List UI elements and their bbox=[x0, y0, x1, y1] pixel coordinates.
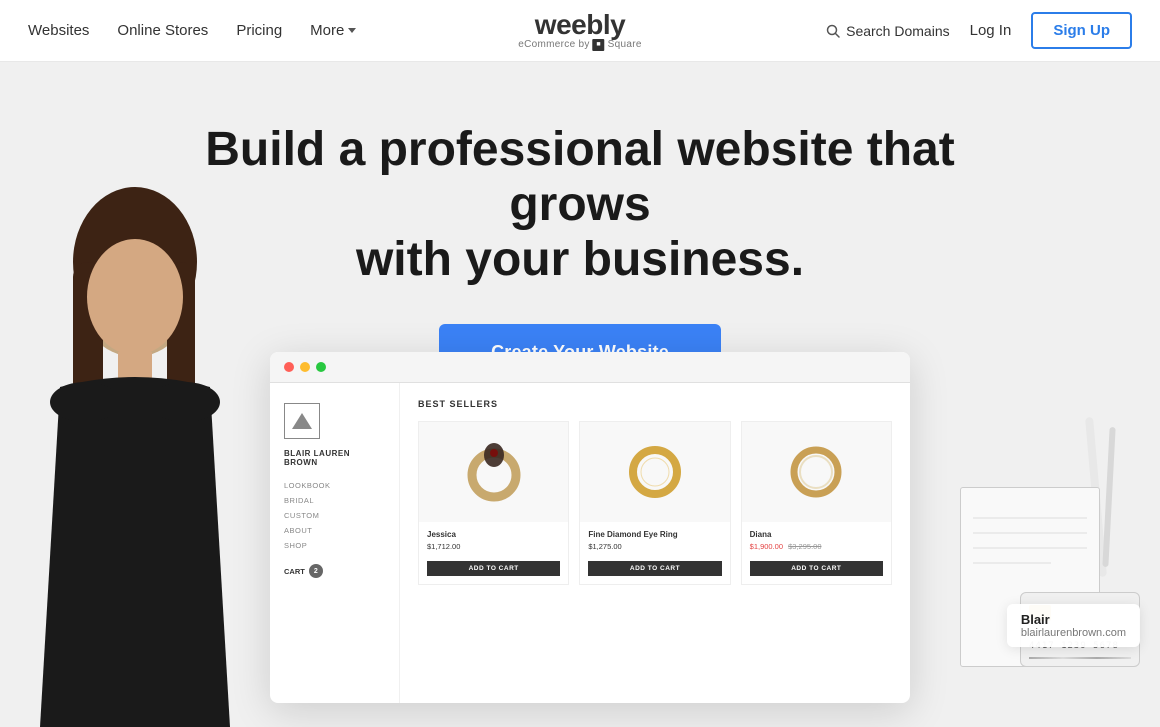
store-logo bbox=[284, 403, 320, 439]
hero-title: Build a professional website that grows … bbox=[200, 122, 960, 288]
store-nav-custom: CUSTOM bbox=[284, 511, 385, 520]
nav-online-stores[interactable]: Online Stores bbox=[117, 22, 208, 39]
login-button[interactable]: Log In bbox=[970, 22, 1012, 39]
browser-content: BLAIR LAUREN BROWN LOOKBOOK BRIDAL CUSTO… bbox=[270, 383, 910, 703]
products-grid: Jessica $1,712.00 ADD TO CART bbox=[418, 421, 892, 585]
blair-info-card: Blair blairlaurenbrown.com bbox=[1007, 604, 1140, 647]
signup-button[interactable]: Sign Up bbox=[1031, 12, 1132, 49]
best-sellers-heading: BEST SELLERS bbox=[418, 399, 892, 409]
blair-website-url: blairlaurenbrown.com bbox=[1021, 627, 1126, 639]
nav-pricing[interactable]: Pricing bbox=[236, 22, 282, 39]
browser-dot-green bbox=[316, 362, 326, 372]
ring-jessica-image bbox=[459, 437, 529, 507]
header: Websites Online Stores Pricing More weeb… bbox=[0, 0, 1160, 62]
logo-subtitle: eCommerce by ■ Square bbox=[518, 39, 641, 51]
store-sidebar: BLAIR LAUREN BROWN LOOKBOOK BRIDAL CUSTO… bbox=[270, 383, 400, 703]
original-price-diana: $3,295.00 bbox=[788, 542, 821, 551]
main-nav: Websites Online Stores Pricing More bbox=[28, 22, 356, 39]
product-price-fine-diamond: $1,275.00 bbox=[588, 542, 721, 551]
ring-fine-diamond-image bbox=[620, 437, 690, 507]
cart-count-badge: 2 bbox=[309, 564, 323, 578]
nav-websites[interactable]: Websites bbox=[28, 22, 89, 39]
header-actions: Search Domains Log In Sign Up bbox=[826, 12, 1132, 49]
product-price-diana: $1,900.00 $3,295.00 bbox=[750, 542, 883, 551]
store-nav-lookbook: LOOKBOOK bbox=[284, 481, 385, 490]
store-nav-bridal: BRIDAL bbox=[284, 496, 385, 505]
product-info-fine-diamond: Fine Diamond Eye Ring $1,275.00 ADD TO C… bbox=[580, 522, 729, 584]
add-to-cart-jessica[interactable]: ADD TO CART bbox=[427, 561, 560, 576]
browser-mockup: BLAIR LAUREN BROWN LOOKBOOK BRIDAL CUSTO… bbox=[270, 352, 910, 703]
logo[interactable]: weebly eCommerce by ■ Square bbox=[518, 11, 641, 51]
browser-dot-yellow bbox=[300, 362, 310, 372]
logo-wordmark: weebly bbox=[518, 11, 641, 39]
square-logo-icon: ■ bbox=[593, 39, 605, 51]
browser-toolbar bbox=[270, 352, 910, 383]
person-photo bbox=[0, 167, 270, 727]
product-price-jessica: $1,712.00 bbox=[427, 542, 560, 551]
store-navigation: LOOKBOOK BRIDAL CUSTOM ABOUT SHOP bbox=[284, 481, 385, 550]
add-to-cart-fine-diamond[interactable]: ADD TO CART bbox=[588, 561, 721, 576]
chevron-down-icon bbox=[348, 28, 356, 33]
pen-two bbox=[1102, 427, 1115, 567]
sale-price-diana: $1,900.00 bbox=[750, 542, 783, 551]
product-card-fine-diamond: Fine Diamond Eye Ring $1,275.00 ADD TO C… bbox=[579, 421, 730, 585]
store-name: BLAIR LAUREN BROWN bbox=[284, 449, 385, 467]
ring-diana-image bbox=[781, 437, 851, 507]
product-card-diana: Diana $1,900.00 $3,295.00 ADD TO CART bbox=[741, 421, 892, 585]
product-image-fine-diamond bbox=[580, 422, 729, 522]
product-info-jessica: Jessica $1,712.00 ADD TO CART bbox=[419, 522, 568, 584]
add-to-cart-diana[interactable]: ADD TO CART bbox=[750, 561, 883, 576]
product-name-fine-diamond: Fine Diamond Eye Ring bbox=[588, 530, 721, 539]
hero-section: Build a professional website that grows … bbox=[0, 62, 1160, 727]
search-domains-button[interactable]: Search Domains bbox=[826, 23, 950, 39]
nav-more[interactable]: More bbox=[310, 22, 356, 39]
store-triangle-icon bbox=[292, 413, 312, 429]
product-name-diana: Diana bbox=[750, 530, 883, 539]
product-info-diana: Diana $1,900.00 $3,295.00 ADD TO CART bbox=[742, 522, 891, 584]
product-name-jessica: Jessica bbox=[427, 530, 560, 539]
person-silhouette bbox=[0, 167, 270, 727]
search-icon bbox=[826, 24, 840, 38]
credit-card-signature bbox=[1029, 657, 1131, 659]
blair-display-name: Blair bbox=[1021, 612, 1126, 627]
product-image-diana bbox=[742, 422, 891, 522]
product-image-jessica bbox=[419, 422, 568, 522]
store-nav-about: ABOUT bbox=[284, 526, 385, 535]
right-decorative-items: 4417 1239 5678 Blair blairlaurenbrown.co… bbox=[940, 407, 1140, 667]
browser-dot-red bbox=[284, 362, 294, 372]
store-nav-shop: SHOP bbox=[284, 541, 385, 550]
store-cart: CART 2 bbox=[284, 564, 385, 578]
store-main-content: BEST SELLERS Jessica bbox=[400, 383, 910, 703]
product-card-jessica: Jessica $1,712.00 ADD TO CART bbox=[418, 421, 569, 585]
